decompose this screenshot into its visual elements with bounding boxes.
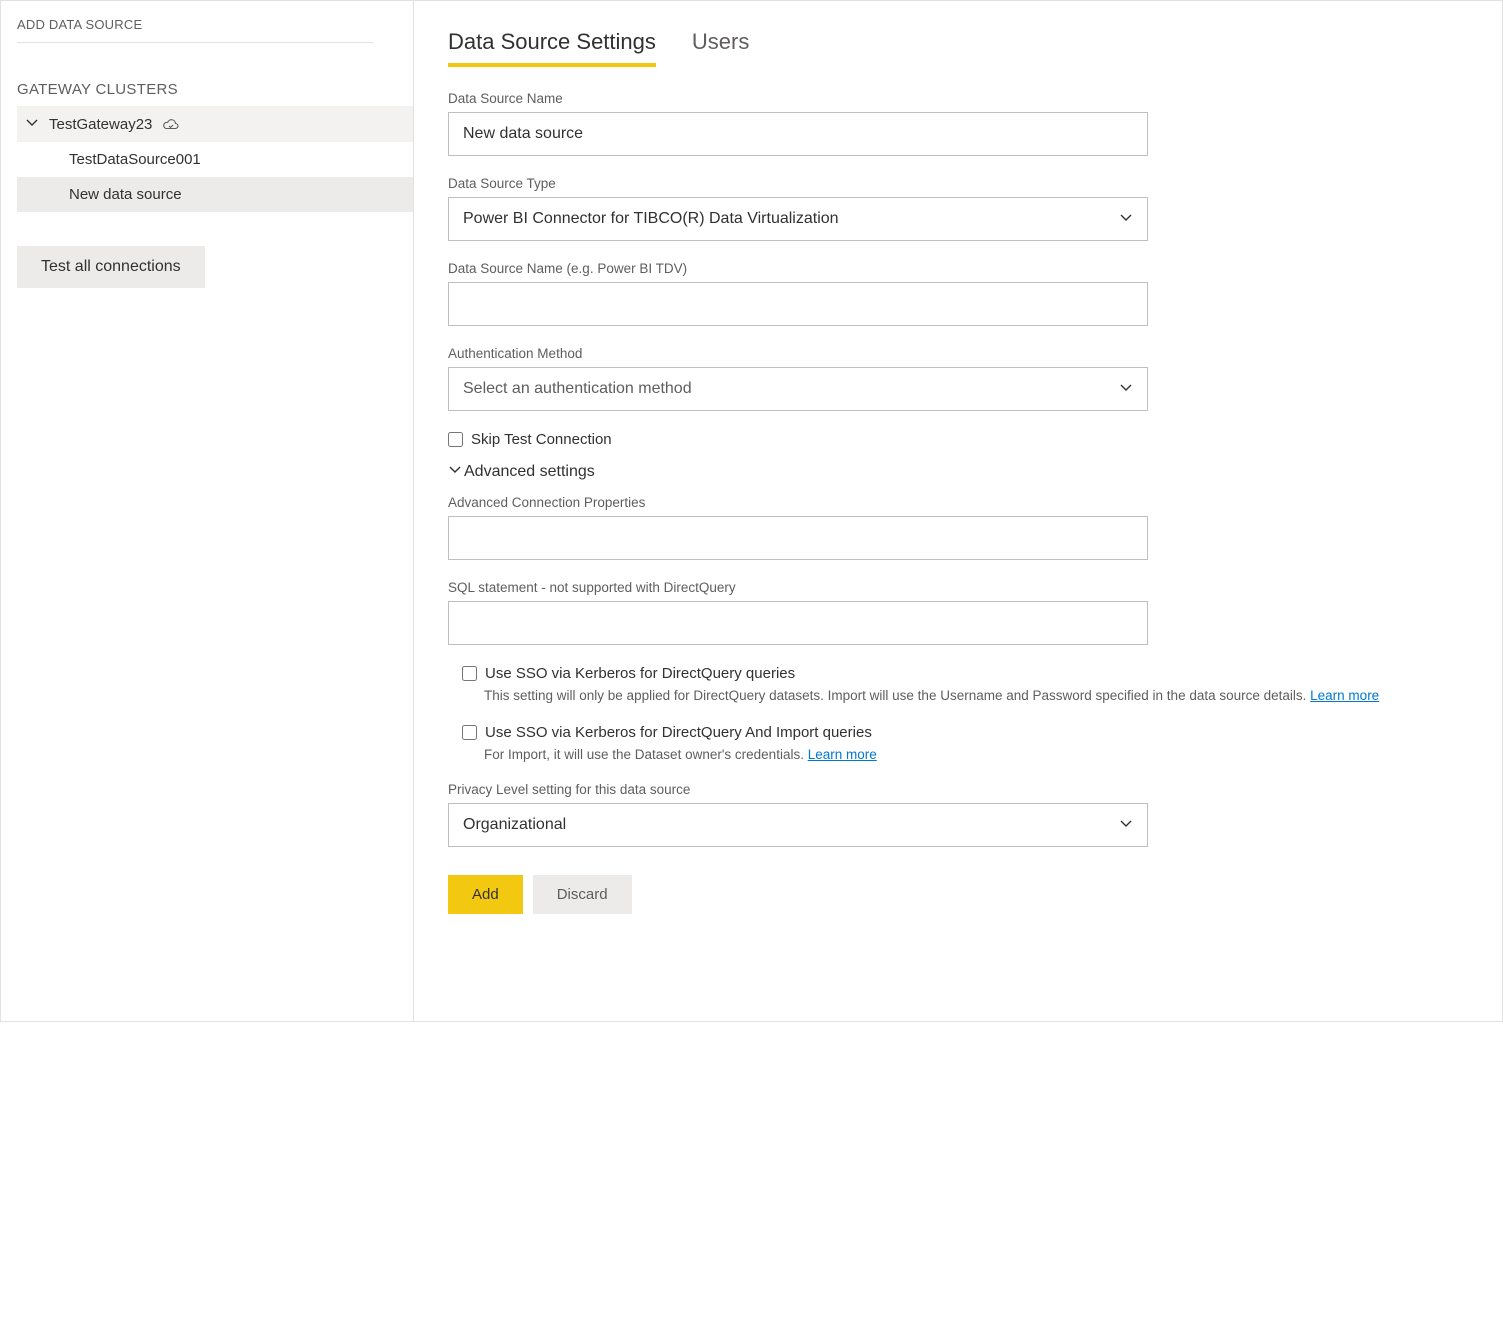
privacy-level-select[interactable]: Organizational [448,803,1148,847]
data-source-type-value: Power BI Connector for TIBCO(R) Data Vir… [463,210,839,228]
auth-method-label: Authentication Method [448,346,1462,361]
sql-statement-input[interactable] [448,601,1148,645]
main-panel: Data Source Settings Users Data Source N… [414,1,1502,1021]
sso-kerberos-dq-import-label: Use SSO via Kerberos for DirectQuery And… [485,724,872,741]
adv-conn-props-label: Advanced Connection Properties [448,495,1462,510]
chevron-down-icon [1119,210,1133,229]
skip-test-connection-label: Skip Test Connection [471,431,612,448]
data-source-name-input[interactable] [448,112,1148,156]
adv-conn-props-input[interactable] [448,516,1148,560]
skip-test-connection-checkbox[interactable] [448,432,463,447]
auth-method-select[interactable]: Select an authentication method [448,367,1148,411]
chevron-down-icon [448,462,462,481]
cloud-check-icon [162,116,180,133]
add-data-source-label: ADD DATA SOURCE [17,17,373,43]
chevron-down-icon [1119,380,1133,399]
privacy-level-label: Privacy Level setting for this data sour… [448,782,1462,797]
tabs: Data Source Settings Users [448,29,1462,67]
advanced-settings-label: Advanced settings [464,463,595,481]
advanced-settings-toggle[interactable]: Advanced settings [448,462,1462,481]
tab-data-source-settings[interactable]: Data Source Settings [448,29,656,67]
gateway-cluster-name: TestGateway23 [49,116,152,133]
data-source-name-tdv-input[interactable] [448,282,1148,326]
sso-kerberos-dq-label: Use SSO via Kerberos for DirectQuery que… [485,665,795,682]
sidebar-item-datasource-0[interactable]: TestDataSource001 [17,142,413,177]
sso-kerberos-dq-help: This setting will only be applied for Di… [484,688,1310,703]
sso-kerberos-dq-import-learn-more-link[interactable]: Learn more [808,747,877,762]
sso-kerberos-dq-import-checkbox[interactable] [462,725,477,740]
tab-users[interactable]: Users [692,29,749,67]
sso-kerberos-dq-import-help: For Import, it will use the Dataset owne… [484,747,808,762]
add-button[interactable]: Add [448,875,523,914]
auth-method-value: Select an authentication method [463,380,692,398]
sidebar: ADD DATA SOURCE GATEWAY CLUSTERS TestGat… [1,1,414,1021]
data-source-name-tdv-label: Data Source Name (e.g. Power BI TDV) [448,261,1462,276]
sso-kerberos-dq-learn-more-link[interactable]: Learn more [1310,688,1379,703]
test-all-connections-button[interactable]: Test all connections [17,246,205,288]
gateway-clusters-label: GATEWAY CLUSTERS [17,81,413,98]
chevron-down-icon [1119,816,1133,835]
privacy-level-value: Organizational [463,816,566,834]
gateway-cluster-row[interactable]: TestGateway23 [17,106,413,142]
chevron-down-icon [25,115,39,133]
data-source-type-select[interactable]: Power BI Connector for TIBCO(R) Data Vir… [448,197,1148,241]
sidebar-item-datasource-1[interactable]: New data source [17,177,413,212]
sql-statement-label: SQL statement - not supported with Direc… [448,580,1462,595]
data-source-type-label: Data Source Type [448,176,1462,191]
discard-button[interactable]: Discard [533,875,632,914]
data-source-name-label: Data Source Name [448,91,1462,106]
sso-kerberos-dq-checkbox[interactable] [462,666,477,681]
